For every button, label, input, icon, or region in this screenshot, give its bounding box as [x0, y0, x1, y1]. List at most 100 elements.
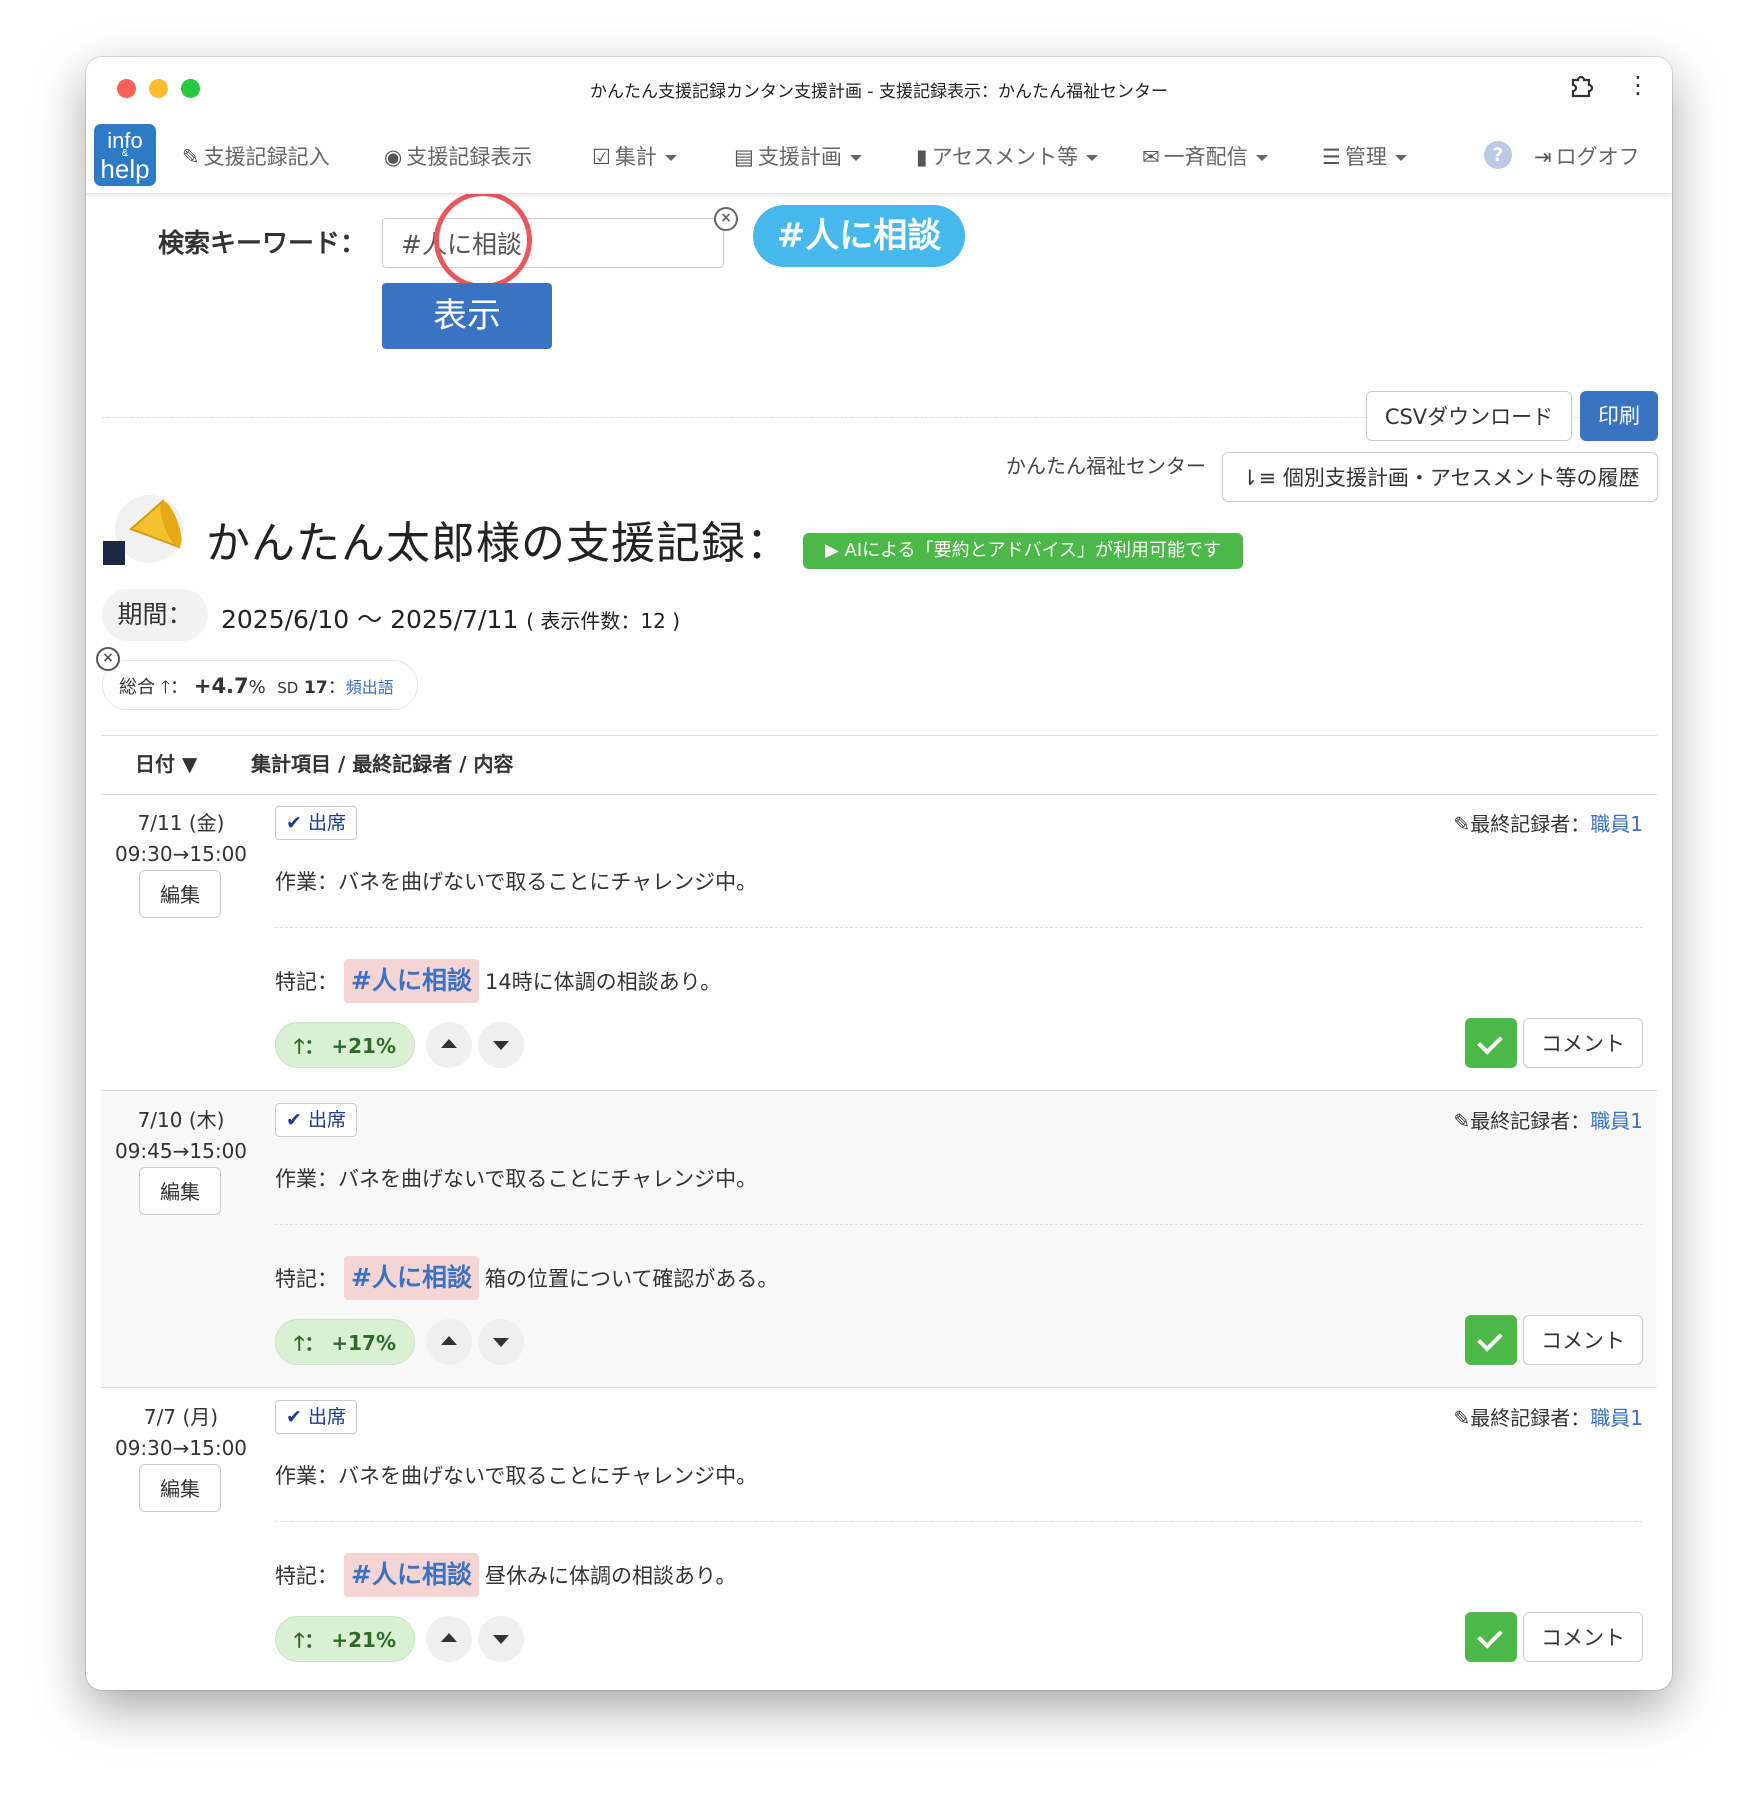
score-badge: 🡑： +17% — [275, 1319, 415, 1365]
csv-download-button[interactable]: CSVダウンロード — [1366, 391, 1572, 441]
comment-button[interactable]: コメント — [1523, 1018, 1643, 1068]
nav-admin[interactable]: ☰ 管理 — [1322, 141, 1407, 171]
pencil-icon: ✎ — [1453, 812, 1471, 836]
arrow-up-icon: 🡑 — [293, 1034, 305, 1058]
edit-button[interactable]: 編集 — [139, 1464, 221, 1512]
check-icon: ✔ — [286, 1406, 302, 1428]
extensions-icon[interactable] — [1568, 73, 1594, 99]
info-help-logo[interactable]: info & help — [94, 124, 156, 186]
attendance-badge: ✔ 出席 — [275, 806, 357, 840]
record-date: 7/11 (金) — [137, 811, 225, 835]
summary-label: 総合 — [119, 677, 155, 698]
score-badge: 🡑： +21% — [275, 1616, 415, 1662]
chevron-down-icon — [1394, 155, 1407, 161]
confirm-check-button[interactable] — [1465, 1315, 1517, 1365]
nav-assessment[interactable]: ▮ アセスメント等 — [916, 141, 1099, 171]
nav-support-plan[interactable]: ▤ 支援計画 — [734, 141, 862, 171]
edit-button[interactable]: 編集 — [139, 870, 221, 918]
upvote-button[interactable] — [426, 1616, 472, 1662]
list-alt-icon: ▤ — [734, 145, 754, 169]
help-icon[interactable]: ? — [1484, 141, 1512, 169]
nav-logout[interactable]: ⇥ ログオフ — [1534, 141, 1640, 171]
plan-history-button[interactable]: ⇂≡ 個別支援計画・アセスメント等の履歴 — [1222, 452, 1658, 502]
history-label: 個別支援計画・アセスメント等の履歴 — [1282, 466, 1640, 490]
ai-summary-badge[interactable]: ▶ AIによる「要約とアドバイス」が利用可能です — [803, 533, 1243, 569]
attendance-badge: ✔ 出席 — [275, 1103, 357, 1137]
summary-close-icon[interactable]: × — [96, 647, 120, 671]
record-datetime: 7/7 (月) 09:30→15:00 — [101, 1402, 261, 1464]
chevron-down-icon — [1086, 155, 1099, 161]
search-keyword-label: 検索キーワード： — [158, 229, 367, 259]
chevron-down-icon — [849, 155, 862, 161]
note-label: 特記： — [275, 1564, 338, 1588]
check-square-icon: ☑ — [592, 145, 611, 169]
comment-button[interactable]: コメント — [1523, 1315, 1643, 1365]
summary-value: +4.7 — [193, 674, 249, 698]
last-recorder: ✎最終記録者：職員1 — [1454, 808, 1644, 837]
work-text: 作業：バネを曲げないで取ることにチャレンジ中。 — [275, 870, 758, 894]
note-tag[interactable]: #人に相談 — [344, 959, 479, 1003]
downvote-button[interactable] — [478, 1319, 524, 1365]
note-tag[interactable]: #人に相談 — [344, 1553, 479, 1597]
window-title: かんたん支援記録カンタン支援計画 - 支援記録表示：かんたん福祉センター — [590, 82, 1168, 102]
comment-button[interactable]: コメント — [1523, 1612, 1643, 1662]
divider — [275, 1224, 1643, 1225]
sign-out-icon: ⇥ — [1534, 145, 1552, 169]
facility-name: かんたん福祉センター — [1006, 454, 1206, 478]
check-icon: ✔ — [286, 812, 302, 834]
recorder-label: 最終記録者： — [1470, 1109, 1591, 1133]
content-column-header: 集計項目 / 最終記録者 / 内容 — [251, 752, 514, 776]
browser-menu-icon[interactable]: ⋮ — [1626, 71, 1650, 99]
downvote-button[interactable] — [478, 1616, 524, 1662]
score-unit: % — [375, 1628, 396, 1652]
special-note: 特記： #人に相談 箱の位置について確認がある。 — [275, 1256, 778, 1301]
show-button[interactable]: 表示 — [382, 283, 552, 349]
file-icon: ▮ — [916, 145, 928, 169]
check-icon: ✔ — [286, 1109, 302, 1131]
edit-button[interactable]: 編集 — [139, 1167, 221, 1215]
nav-label: ログオフ — [1555, 145, 1640, 169]
pencil-icon: ✎ — [1453, 1109, 1471, 1133]
note-text: 14時に体調の相談あり。 — [484, 970, 722, 994]
upvote-button[interactable] — [426, 1022, 472, 1068]
frequent-words-link[interactable]: 頻出語 — [346, 678, 394, 697]
nav-label: 一斉配信 — [1163, 145, 1248, 169]
confirm-check-button[interactable] — [1465, 1612, 1517, 1662]
nav-support-record-view[interactable]: ◉ 支援記録表示 — [384, 141, 532, 171]
confirm-check-button[interactable] — [1465, 1018, 1517, 1068]
print-button[interactable]: 印刷 — [1580, 391, 1658, 441]
date-column-header[interactable]: 日付 ▼ — [135, 736, 197, 792]
search-tag-pill[interactable]: #人に相談 — [753, 205, 965, 267]
special-note: 特記： #人に相談 昼休みに体調の相談あり。 — [275, 1553, 737, 1598]
chevron-down-icon — [1255, 155, 1268, 161]
downvote-button[interactable] — [478, 1022, 524, 1068]
record-count: ( 表示件数：12 ) — [526, 609, 681, 633]
logo-text-help: help — [100, 154, 150, 184]
recorder-link[interactable]: 職員1 — [1590, 812, 1643, 836]
score-badge: 🡑： +21% — [275, 1022, 415, 1068]
summary-badge: 総合 🡑： +4.7% SD 17：頻出語 — [102, 660, 418, 710]
note-text: 昼休みに体調の相談あり。 — [484, 1564, 737, 1588]
nav-broadcast[interactable]: ✉ 一斉配信 — [1142, 141, 1268, 171]
attendance-label: 出席 — [307, 1109, 346, 1131]
pencil-icon: ✎ — [1453, 1406, 1471, 1430]
search-clear-icon[interactable]: × — [714, 207, 738, 231]
record-time: 09:45→15:00 — [114, 1139, 248, 1163]
record-date: 7/7 (月) — [143, 1405, 219, 1429]
arrow-up-icon: 🡑 — [293, 1628, 305, 1652]
list-icon: ☰ — [1322, 145, 1341, 169]
recorder-link[interactable]: 職員1 — [1590, 1109, 1643, 1133]
sd-value: 17 — [304, 678, 328, 698]
last-recorder: ✎最終記録者：職員1 — [1454, 1105, 1644, 1134]
score-unit: % — [375, 1034, 396, 1058]
special-note: 特記： #人に相談 14時に体調の相談あり。 — [275, 959, 721, 1004]
nav-support-record-entry[interactable]: ✎ 支援記録記入 — [182, 141, 330, 171]
nav-aggregate[interactable]: ☑ 集計 — [592, 141, 677, 171]
table-row: 7/11 (金) 09:30→15:00 編集 ✔ 出席 ✎最終記録者：職員1 … — [101, 794, 1657, 1091]
upvote-button[interactable] — [426, 1319, 472, 1365]
recorder-link[interactable]: 職員1 — [1590, 1406, 1643, 1430]
note-tag[interactable]: #人に相談 — [344, 1256, 479, 1300]
arrow-up-icon: 🡑 — [293, 1331, 305, 1355]
score-value: +17 — [331, 1331, 376, 1355]
eye-icon: ◉ — [384, 145, 403, 169]
